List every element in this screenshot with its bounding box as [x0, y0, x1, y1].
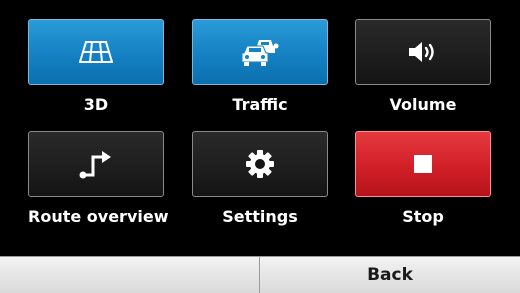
route-overview-label: Route overview — [28, 207, 169, 226]
menu-item-route-overview[interactable]: Route overview — [28, 131, 169, 226]
traffic-cars-icon — [241, 40, 279, 66]
menu-grid: 3D Traffic Volume Route overview Setting… — [0, 0, 520, 256]
speaker-icon — [409, 42, 434, 62]
menu-item-stop[interactable]: Stop — [355, 131, 491, 226]
menu-item-settings[interactable]: Settings — [192, 131, 328, 226]
settings-button[interactable] — [192, 131, 328, 197]
bottom-bar: Back — [0, 256, 520, 293]
volume-button[interactable] — [355, 19, 491, 85]
traffic-label: Traffic — [232, 95, 288, 114]
stop-square-icon — [414, 155, 432, 173]
stop-button[interactable] — [355, 131, 491, 197]
menu-item-3d[interactable]: 3D — [28, 19, 164, 114]
route-overview-button[interactable] — [28, 131, 164, 197]
stop-label: Stop — [402, 207, 444, 226]
settings-label: Settings — [222, 207, 298, 226]
menu-item-volume[interactable]: Volume — [355, 19, 491, 114]
back-button[interactable]: Back — [260, 257, 520, 293]
3d-button[interactable] — [28, 19, 164, 85]
bottom-left-softkey — [0, 257, 259, 293]
route-arrow-icon — [79, 151, 111, 179]
volume-label: Volume — [389, 95, 457, 114]
traffic-button[interactable] — [192, 19, 328, 85]
3d-grid-icon — [79, 41, 113, 63]
3d-label: 3D — [83, 95, 109, 114]
back-label: Back — [367, 265, 413, 285]
gear-icon — [246, 150, 274, 178]
menu-item-traffic[interactable]: Traffic — [192, 19, 328, 114]
